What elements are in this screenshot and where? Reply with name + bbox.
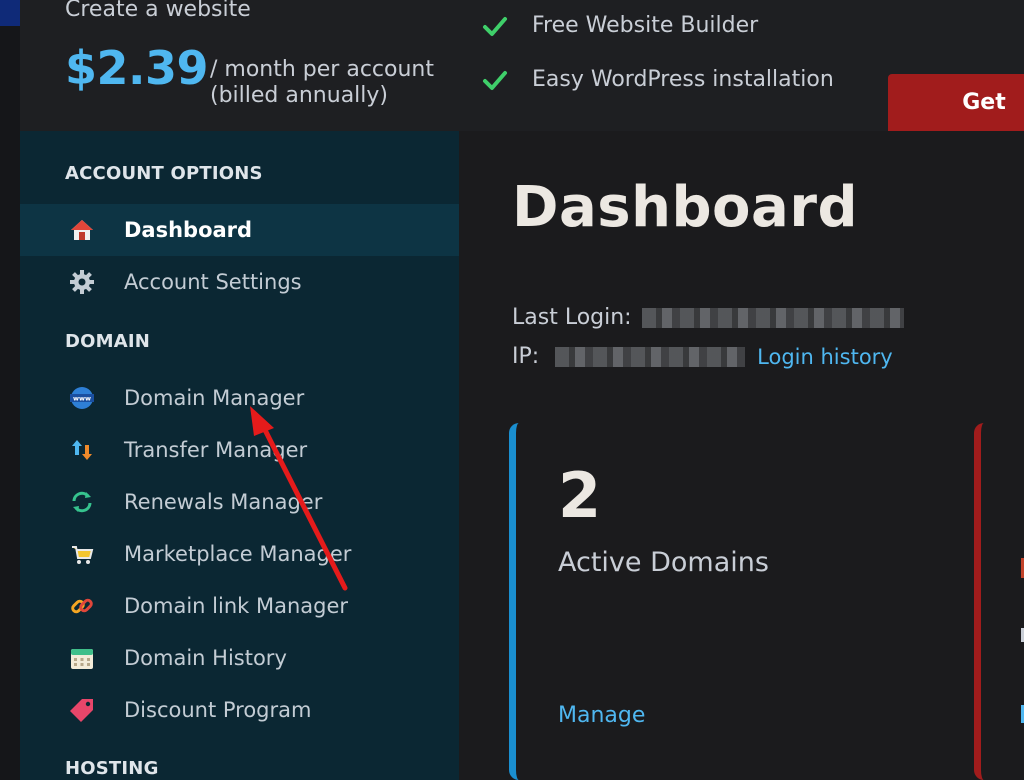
sidebar-item-dashboard[interactable]: Dashboard xyxy=(20,204,459,256)
redacted-last-login xyxy=(641,307,904,328)
banner-per-line1: / month per account xyxy=(210,57,434,82)
calendar-icon xyxy=(68,644,96,672)
feature-label: Easy WordPress installation xyxy=(532,67,834,92)
banner-per-line2: (billed annually) xyxy=(210,83,388,108)
left-gutter xyxy=(0,0,20,780)
sidebar-item-label: Discount Program xyxy=(124,698,312,722)
last-login-row: Last Login: xyxy=(512,305,904,330)
transfer-arrows-icon xyxy=(68,436,96,464)
ip-row: IP: Login history xyxy=(512,344,893,369)
manage-link[interactable]: Manage xyxy=(558,703,645,728)
banner-price-period: / month per account (billed annually) xyxy=(210,57,434,109)
last-login-label: Last Login: xyxy=(512,305,632,330)
sidebar-item-transfer-manager[interactable]: Transfer Manager xyxy=(20,424,459,476)
feature-label: Free Website Builder xyxy=(532,13,759,38)
active-domains-count: 2 xyxy=(558,459,602,532)
main-content: Dashboard Last Login: IP: Login history … xyxy=(459,131,1024,780)
feature-website-builder: Free Website Builder xyxy=(482,13,758,38)
check-icon xyxy=(483,70,507,90)
banner-price: $2.39 xyxy=(65,41,209,95)
svg-text:www: www xyxy=(73,395,91,403)
ip-label: IP: xyxy=(512,344,540,369)
home-icon xyxy=(68,216,96,244)
chain-link-icon xyxy=(68,592,96,620)
sidebar-item-label: Domain link Manager xyxy=(124,594,349,618)
active-domains-label: Active Domains xyxy=(558,547,769,578)
promo-banner: Create a website $2.39 / month per accou… xyxy=(20,0,1024,131)
gutter-accent xyxy=(0,0,20,26)
sidebar-item-label: Domain Manager xyxy=(124,386,305,410)
login-history-link[interactable]: Login history xyxy=(757,345,893,369)
sidebar-item-label: Transfer Manager xyxy=(124,438,308,462)
check-icon xyxy=(483,16,507,36)
banner-title: Create a website xyxy=(65,0,251,22)
sidebar-item-account-settings[interactable]: Account Settings xyxy=(20,256,459,308)
section-domain: DOMAIN xyxy=(65,331,151,352)
price-tag-icon xyxy=(68,696,96,724)
sidebar-item-discount-program[interactable]: Discount Program xyxy=(20,684,459,736)
sidebar-item-domain-link-manager[interactable]: Domain link Manager xyxy=(20,580,459,632)
page-title: Dashboard xyxy=(512,175,859,240)
redacted-ip xyxy=(555,346,746,367)
section-account-options: ACCOUNT OPTIONS xyxy=(65,163,263,184)
refresh-icon xyxy=(68,488,96,516)
feature-wordpress: Easy WordPress installation xyxy=(482,67,834,92)
sidebar-item-label: Marketplace Manager xyxy=(124,542,352,566)
get-button[interactable]: Get xyxy=(888,74,1024,131)
sidebar-item-domain-manager[interactable]: www Domain Manager xyxy=(20,372,459,424)
active-domains-card: 2 Active Domains Manage xyxy=(509,423,929,780)
sidebar-item-marketplace-manager[interactable]: Marketplace Manager xyxy=(20,528,459,580)
gear-icon xyxy=(68,268,96,296)
sidebar-item-renewals-manager[interactable]: Renewals Manager xyxy=(20,476,459,528)
globe-www-icon: www xyxy=(68,384,96,412)
shopping-cart-icon xyxy=(68,540,96,568)
sidebar-item-label: Dashboard xyxy=(124,218,253,242)
sidebar-item-label: Renewals Manager xyxy=(124,490,323,514)
sidebar-item-domain-history[interactable]: Domain History xyxy=(20,632,459,684)
sidebar: ACCOUNT OPTIONS Dashboard Account Settin… xyxy=(20,131,459,780)
section-hosting: HOSTING xyxy=(65,758,159,779)
sidebar-item-label: Domain History xyxy=(124,646,287,670)
secondary-card xyxy=(974,423,1024,780)
sidebar-item-label: Account Settings xyxy=(124,270,302,294)
